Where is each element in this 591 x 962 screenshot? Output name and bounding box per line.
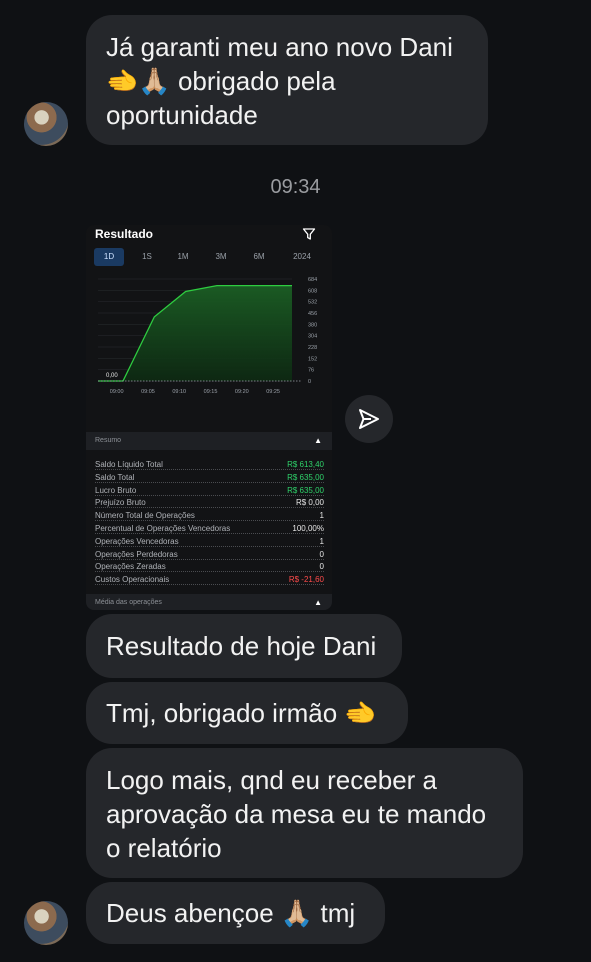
dotted-leader <box>95 558 324 560</box>
y-tick-label: 304 <box>308 334 317 340</box>
summary-row-value: R$ 613,40 <box>285 460 324 469</box>
tab-2024[interactable]: 2024 <box>285 248 319 266</box>
summary-rows: Saldo Líquido Total R$ 613,40 Saldo Total R… <box>95 459 324 587</box>
summary-row-label: Custos Operacionais <box>95 575 172 585</box>
tab-1d[interactable]: 1D <box>94 248 124 266</box>
chevron-up-icon: ▲ <box>314 598 322 607</box>
message-text: Logo mais, qnd eu receber a aprovação da… <box>106 765 487 863</box>
x-tick-label: 09:10 <box>172 389 186 395</box>
summary-row-value: 1 <box>317 536 324 546</box>
period-tabs: 1D 1S 1M 3M 6M 2024 <box>94 248 324 266</box>
tab-6m[interactable]: 6M <box>244 248 274 266</box>
card-header: Resultado <box>86 225 332 247</box>
summary-row-value: 100,00% <box>290 523 324 533</box>
summary-row-value: R$ 635,00 <box>285 485 324 495</box>
summary-row: Prejuízo Bruto R$ 0,00 <box>95 497 324 510</box>
share-button[interactable] <box>345 395 393 443</box>
dotted-leader <box>95 507 324 509</box>
summary-row: Operações Vencedoras 1 <box>95 536 324 549</box>
dotted-leader <box>95 520 324 522</box>
y-tick-label: 228 <box>308 345 317 351</box>
summary-row-value: R$ -21,60 <box>286 575 324 585</box>
y-tick-label: 380 <box>308 322 317 328</box>
summary-row-label: Operações Vencedoras <box>95 536 181 546</box>
message-bubble-5[interactable]: Deus abençoe 🙏🏼 tmj <box>86 882 385 944</box>
dotted-leader <box>95 494 324 496</box>
summary-row: Custos Operacionais R$ -21,60 <box>95 574 324 587</box>
summary-row: Lucro Bruto R$ 635,00 <box>95 485 324 498</box>
chart: 0,00 684 608 532 456 380 304 228 152 76 0 09:00 09:0… <box>86 269 332 409</box>
summary-header[interactable]: Resumo ▲ <box>86 432 332 450</box>
chevron-up-icon: ▲ <box>314 436 322 445</box>
result-screenshot[interactable]: Resultado 1D 1S 1M 3M 6M 2024 0,00 684 608… <box>86 225 332 610</box>
summary-row: Saldo Líquido Total R$ 613,40 <box>95 459 324 472</box>
avatar[interactable] <box>24 102 68 146</box>
timestamp: 09:34 <box>270 176 321 198</box>
summary-row-label: Saldo Líquido Total <box>95 460 165 469</box>
dotted-leader <box>95 532 324 534</box>
summary-row-label: Operações Zeradas <box>95 562 168 572</box>
media-label: Média das operações <box>95 599 162 606</box>
tab-3m[interactable]: 3M <box>206 248 236 266</box>
y-tick-label: 608 <box>308 288 317 294</box>
x-tick-label: 09:15 <box>204 389 218 395</box>
chart-svg: 0,00 684 608 532 456 380 304 228 152 76 0 09:00 09:0… <box>98 277 317 395</box>
series-area <box>98 285 292 381</box>
summary-row: Operações Perdedoras 0 <box>95 549 324 562</box>
tab-1s[interactable]: 1S <box>132 248 162 266</box>
summary-row-value: R$ 0,00 <box>293 498 324 508</box>
message-bubble-4[interactable]: Logo mais, qnd eu receber a aprovação da… <box>86 748 523 878</box>
x-tick-label: 09:25 <box>266 389 280 395</box>
message-bubble-3[interactable]: Tmj, obrigado irmão 🫲 <box>86 682 408 744</box>
summary-row-value: 0 <box>317 549 324 559</box>
y-tick-label: 76 <box>308 368 314 374</box>
summary-row: Número Total de Operações 1 <box>95 510 324 523</box>
summary-row: Operações Zeradas 0 <box>95 561 324 574</box>
y-tick-label: 532 <box>308 300 317 306</box>
dotted-leader <box>95 571 324 573</box>
avatar[interactable] <box>24 901 68 945</box>
tab-1m[interactable]: 1M <box>168 248 198 266</box>
summary-row-label: Operações Perdedoras <box>95 549 180 559</box>
y-tick-label: 456 <box>308 311 317 317</box>
message-text: Tmj, obrigado irmão 🫲 <box>106 698 377 728</box>
summary-row-label: Saldo Total <box>95 472 137 482</box>
start-label: 0,00 <box>106 373 118 379</box>
summary-row-label: Prejuízo Bruto <box>95 498 148 508</box>
dotted-leader <box>95 545 324 547</box>
message-bubble-2[interactable]: Resultado de hoje Dani <box>86 614 402 678</box>
summary-row-label: Número Total de Operações <box>95 511 197 521</box>
summary-row: Saldo Total R$ 635,00 <box>95 472 324 485</box>
summary-label: Resumo <box>95 437 122 444</box>
summary-row-label: Percentual de Operações Vencedoras <box>95 523 233 533</box>
message-text: Deus abençoe 🙏🏼 tmj <box>106 898 356 928</box>
card-title: Resultado <box>95 227 154 241</box>
message-text: Já garanti meu ano novo Dani 🫲🙏🏼 obrigad… <box>106 32 453 130</box>
summary-row-value: R$ 635,00 <box>285 472 324 482</box>
summary-row-value: 1 <box>317 511 324 521</box>
summary-row-value: 0 <box>317 562 324 572</box>
send-icon <box>359 409 379 429</box>
summary-row: Percentual de Operações Vencedoras 100,00… <box>95 523 324 536</box>
x-tick-label: 09:00 <box>110 389 124 395</box>
dotted-leader <box>95 481 324 483</box>
y-tick-label: 0 <box>308 379 311 385</box>
filter-icon <box>302 228 316 240</box>
x-tick-label: 09:05 <box>141 389 155 395</box>
summary-row-label: Lucro Bruto <box>95 485 139 495</box>
x-tick-label: 09:20 <box>235 389 249 395</box>
y-tick-label: 152 <box>308 356 317 362</box>
message-text: Resultado de hoje Dani <box>106 631 377 661</box>
message-bubble-1[interactable]: Já garanti meu ano novo Dani 🫲🙏🏼 obrigad… <box>86 15 488 145</box>
media-header[interactable]: Média das operações ▲ <box>86 594 332 610</box>
y-tick-label: 684 <box>308 277 317 283</box>
dotted-leader <box>95 584 324 586</box>
dotted-leader <box>95 469 324 470</box>
